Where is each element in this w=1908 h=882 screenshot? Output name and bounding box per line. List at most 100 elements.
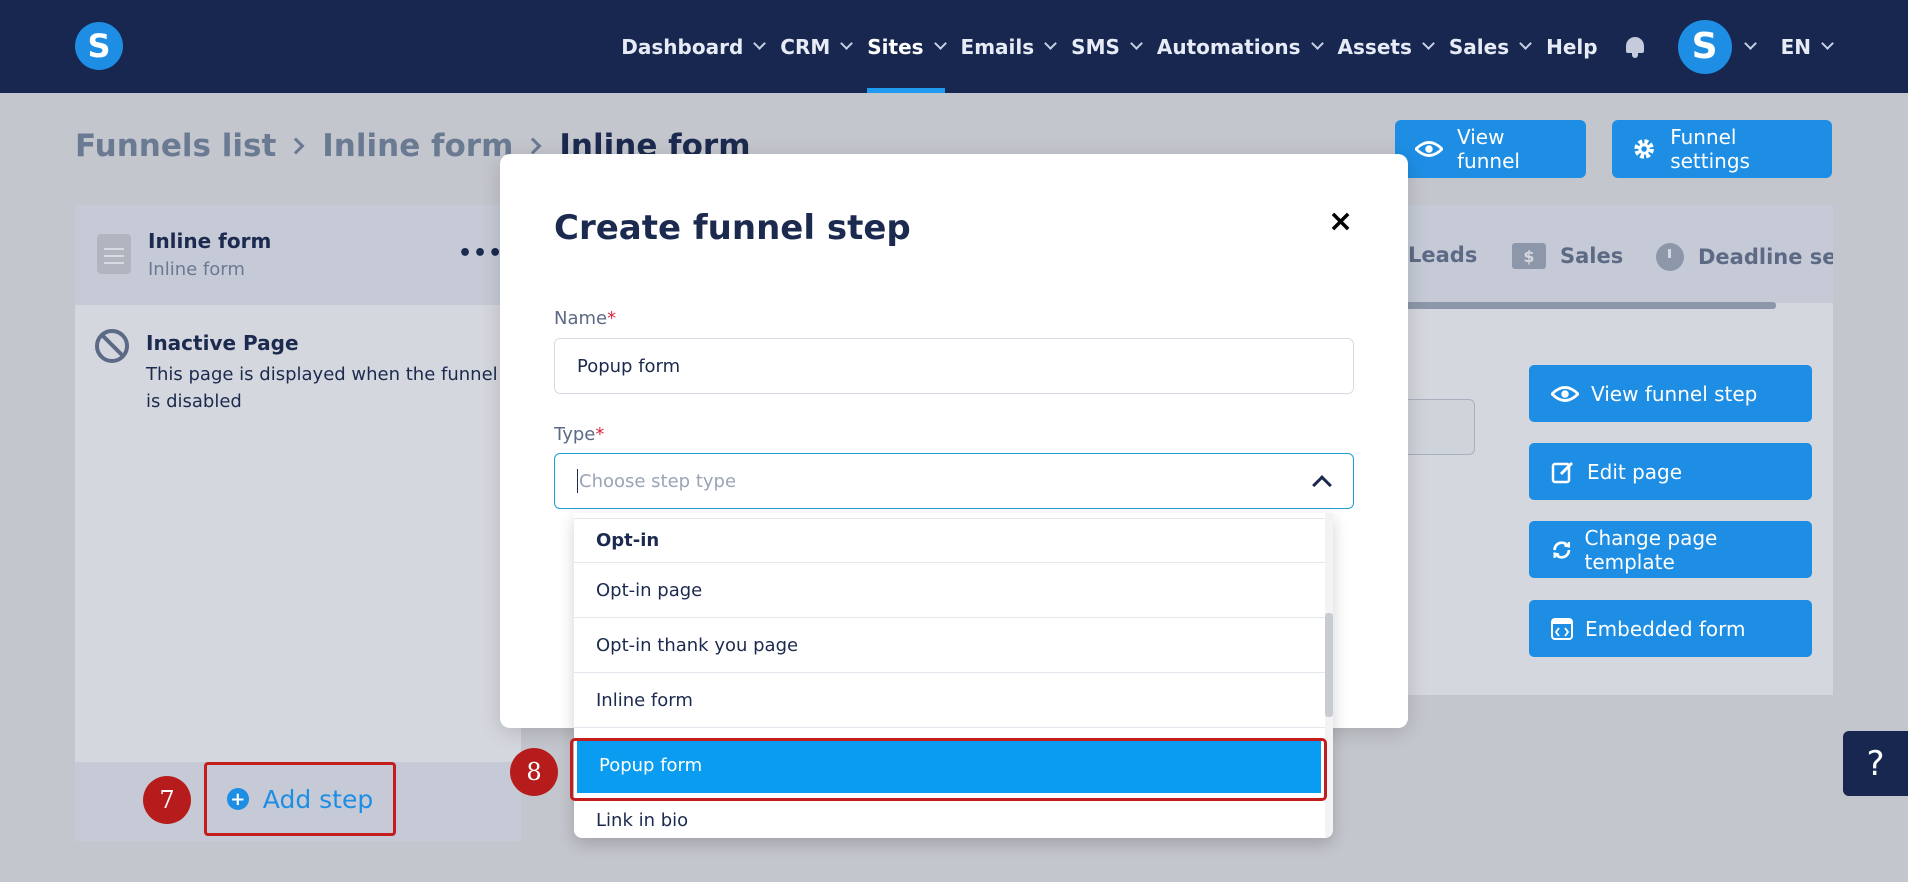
prohibited-icon (95, 329, 129, 363)
option-label: Opt-in thank you page (596, 634, 799, 656)
chevron-down-icon (933, 37, 947, 50)
url-field[interactable] (1406, 399, 1475, 455)
chevron-down-icon (1310, 37, 1324, 50)
button-label: Edit page (1587, 459, 1683, 484)
label-text: Name (554, 308, 608, 329)
label-text: Type (554, 424, 596, 445)
annotation-badge-7: 7 (143, 776, 191, 824)
funnel-settings-label: Funnel settings (1670, 125, 1750, 173)
change-page-template-button[interactable]: Change page template (1529, 521, 1812, 578)
type-placeholder: Choose step type (579, 470, 737, 492)
name-input[interactable]: Popup form (554, 338, 1354, 394)
button-label: Embedded form (1585, 616, 1746, 641)
step-subtitle: Inline form (148, 259, 245, 280)
option-group-header: Opt-in (574, 519, 1326, 563)
chevron-down-icon (753, 37, 767, 50)
avatar[interactable]: S (1677, 19, 1732, 74)
nav-item-emails[interactable]: Emails (960, 0, 1058, 93)
view-funnel-label: View funnel (1457, 125, 1520, 173)
chevron-down-icon (1044, 37, 1058, 50)
eye-icon (1415, 141, 1443, 157)
step-type-select[interactable]: Choose step type (554, 453, 1354, 509)
nav-label: Help (1546, 34, 1598, 59)
text-cursor (577, 469, 578, 493)
more-options-icon[interactable]: ••• (458, 241, 503, 266)
view-funnel-button[interactable]: View funnel (1395, 120, 1586, 178)
nav-label: Sales (1448, 34, 1510, 59)
chevron-down-icon (1130, 37, 1143, 50)
tab-deadline-settings[interactable]: Deadline setti (1656, 243, 1833, 271)
type-field-label: Type* (554, 424, 604, 445)
name-field-label: Name* (554, 308, 616, 329)
document-icon (97, 234, 131, 274)
group-label: Opt-in (596, 530, 660, 551)
step-title: Inline form (148, 229, 272, 253)
close-icon[interactable]: × (1328, 204, 1353, 239)
nav-label: Assets (1337, 34, 1412, 59)
gear-icon (1634, 139, 1654, 159)
option-label: Inline form (596, 689, 693, 711)
nav-label: CRM (780, 34, 831, 59)
tab-leads[interactable]: Leads (1408, 243, 1477, 267)
nav-item-automations[interactable]: Automations (1157, 0, 1324, 93)
breadcrumb-funnel[interactable]: Inline form (322, 128, 513, 164)
nav-item-sms[interactable]: SMS (1071, 0, 1143, 93)
inactive-page-title[interactable]: Inactive Page (146, 331, 299, 355)
breadcrumb-funnels-list[interactable]: Funnels list (75, 128, 276, 164)
chevron-down-icon (1422, 37, 1435, 50)
chevron-down-icon (1519, 37, 1532, 50)
option-label: Link in bio (596, 809, 689, 831)
help-button[interactable]: ? (1843, 731, 1908, 796)
funnel-settings-button[interactable]: Funnel settings (1612, 120, 1832, 178)
edit-page-button[interactable]: Edit page (1529, 443, 1812, 500)
nav-item-help[interactable]: Help (1546, 0, 1597, 93)
add-step-button[interactable]: + Add step (204, 762, 396, 836)
tab-label: Deadline setti (1698, 245, 1833, 269)
required-mark: * (607, 308, 617, 329)
language-selector[interactable]: EN (1781, 0, 1834, 93)
bell-icon[interactable] (1624, 35, 1646, 59)
annotation-highlight (570, 738, 1327, 801)
chevron-down-icon[interactable] (1743, 37, 1757, 50)
embedded-form-button[interactable]: Embedded form (1529, 600, 1812, 657)
button-label: View funnel step (1591, 381, 1758, 406)
nav-item-sites[interactable]: Sites (867, 0, 947, 93)
nav-menu: Dashboard CRM Sites Emails SMS Automatio… (605, 0, 1834, 93)
annotation-badge-8: 8 (510, 748, 558, 796)
nav-item-assets[interactable]: Assets (1337, 0, 1435, 93)
chevron-down-icon (1821, 37, 1834, 50)
nav-label: Emails (960, 34, 1035, 59)
modal-title: Create funnel step (554, 208, 911, 248)
nav-item-sales[interactable]: Sales (1448, 0, 1532, 93)
nav-label: SMS (1071, 34, 1120, 59)
inactive-page-description: This page is displayed when the funnel i… (146, 364, 498, 412)
eye-icon (1551, 385, 1579, 402)
option-inline-form[interactable]: Inline form (574, 673, 1326, 728)
option-opt-in-page[interactable]: Opt-in page (574, 563, 1326, 618)
nav-label: Dashboard (621, 34, 744, 59)
refresh-icon (1553, 540, 1571, 559)
nav-item-dashboard[interactable]: Dashboard (621, 0, 767, 93)
tabs-scrollbar[interactable] (1406, 302, 1776, 309)
option-opt-in-thank-you-page[interactable]: Opt-in thank you page (574, 618, 1326, 673)
clock-icon (1656, 243, 1684, 271)
plus-circle-icon: + (226, 788, 249, 810)
dollar-icon: $ (1512, 243, 1546, 269)
button-label: Change page template (1584, 525, 1718, 574)
scrollbar-thumb[interactable] (1325, 613, 1333, 717)
step-tabs: Leads $ Sales Deadline setti (1406, 205, 1833, 303)
top-navbar: S Dashboard CRM Sites Emails SMS Automat… (0, 0, 1908, 93)
funnel-step-item[interactable]: Inline form Inline form ••• (75, 205, 521, 305)
tab-label: Leads (1408, 243, 1478, 267)
nav-label: Sites (867, 34, 924, 59)
embed-code-icon (1551, 617, 1573, 640)
chevron-up-icon[interactable] (1312, 475, 1332, 495)
required-mark: * (595, 424, 605, 445)
view-funnel-step-button[interactable]: View funnel step (1529, 365, 1812, 422)
edit-icon (1551, 461, 1574, 483)
option-label: Opt-in page (596, 579, 703, 601)
nav-item-crm[interactable]: CRM (780, 0, 854, 93)
app-logo[interactable]: S (75, 22, 123, 70)
name-value: Popup form (577, 355, 681, 377)
tab-sales[interactable]: $ Sales (1512, 243, 1623, 269)
